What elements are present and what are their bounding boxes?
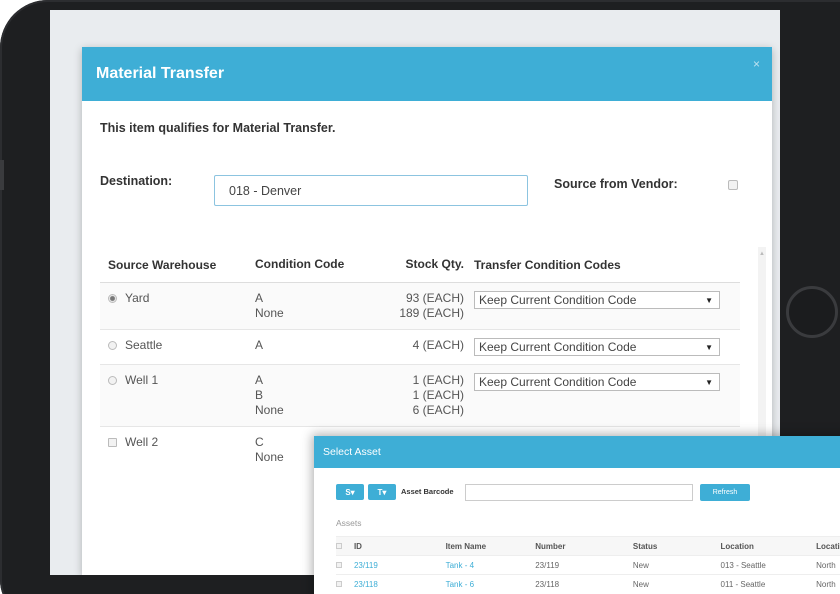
col-location-2[interactable]: Locatio — [816, 542, 840, 551]
refresh-button[interactable]: Refresh — [700, 484, 750, 501]
asset-barcode-label: Asset Barcode — [401, 487, 454, 496]
stock-qty: 4 (EACH) — [412, 338, 464, 352]
asset-status: New — [632, 560, 649, 570]
warehouse-radio-yard[interactable] — [108, 294, 117, 303]
condition-code: A — [255, 291, 264, 305]
warehouse-name: Well 1 — [125, 373, 159, 387]
col-number[interactable]: Number — [535, 542, 633, 551]
asset-location: 011 - Seattle — [720, 579, 766, 589]
tablet-home-button — [786, 286, 838, 338]
source-vendor-label: Source from Vendor: — [554, 177, 678, 191]
asset-toolbar: S▾ T▾ — [336, 484, 396, 500]
condition-code: A — [255, 373, 264, 387]
asset-number: 23/118 — [535, 579, 560, 589]
tablet-frame: Material Transfer × This item qualifies … — [0, 0, 840, 594]
col-id[interactable]: ID — [354, 542, 446, 551]
caret-down-icon: ▼ — [705, 295, 713, 305]
settings-dropdown-button[interactable]: S▾ — [336, 484, 364, 500]
table-row[interactable]: 23/119 Tank - 4 23/119 New 013 - Seattle… — [336, 555, 840, 574]
warehouse-radio-seattle[interactable] — [108, 341, 117, 350]
warehouse-name: Yard — [125, 291, 150, 305]
select-asset-window: Select Asset S▾ T▾ Asset Barcode Refresh… — [314, 436, 840, 594]
asset-id-link[interactable]: 23/118 — [354, 580, 446, 589]
table-row: Well 1 A B None 1 (EACH) 1 (EACH) 6 (EAC… — [100, 365, 740, 427]
select-value: Keep Current Condition Code — [479, 293, 637, 307]
assets-label: Assets — [336, 518, 362, 528]
warehouse-name: Well 2 — [125, 435, 159, 449]
condition-code: None — [255, 403, 284, 417]
stock-qty: 1 (EACH) — [412, 373, 464, 387]
select-value: Keep Current Condition Code — [479, 375, 637, 389]
caret-down-icon: ▼ — [705, 377, 713, 387]
condition-code: A — [255, 338, 264, 352]
modal-header: Material Transfer — [82, 47, 772, 101]
table-row[interactable]: 23/118 Tank - 6 23/118 New 011 - Seattle… — [336, 574, 840, 593]
condition-code: None — [255, 306, 284, 320]
transfer-condition-select[interactable]: Keep Current Condition Code ▼ — [474, 291, 720, 309]
header-transfer-condition-codes: Transfer Condition Codes — [474, 257, 621, 272]
asset-location: 013 - Seattle — [720, 560, 766, 570]
header-source-warehouse: Source Warehouse — [108, 257, 217, 272]
asset-location-2: North — [816, 579, 836, 589]
asset-status: New — [632, 579, 649, 589]
table-scrollbar[interactable] — [758, 247, 766, 447]
warehouse-checkbox-well-2[interactable] — [108, 438, 117, 447]
close-icon[interactable]: × — [753, 57, 760, 71]
row-checkbox[interactable] — [336, 581, 342, 587]
modal-title: Material Transfer — [96, 65, 225, 82]
qualify-message: This item qualifies for Material Transfe… — [100, 121, 336, 135]
destination-label: Destination: — [100, 174, 173, 188]
select-asset-title: Select Asset — [323, 446, 381, 458]
asset-number: 23/119 — [535, 560, 560, 570]
source-vendor-checkbox[interactable] — [728, 180, 738, 190]
condition-code: B — [255, 388, 264, 402]
col-status[interactable]: Status — [633, 542, 721, 551]
table-row: Seattle A 4 (EACH) Keep Current Conditio… — [100, 330, 740, 365]
filter-dropdown-button[interactable]: T▾ — [368, 484, 396, 500]
asset-name-link[interactable]: Tank - 6 — [446, 580, 536, 589]
warehouse-name: Seattle — [125, 338, 163, 352]
table-header: Source Warehouse Condition Code Stock Qt… — [100, 247, 740, 283]
asset-location-2: North — [816, 560, 836, 570]
stock-qty: 93 (EACH) — [405, 291, 464, 305]
transfer-condition-select[interactable]: Keep Current Condition Code ▼ — [474, 338, 720, 356]
select-value: Keep Current Condition Code — [479, 340, 637, 354]
assets-table: ID Item Name Number Status Location Loca… — [336, 536, 840, 593]
destination-input[interactable] — [214, 175, 528, 206]
select-all-checkbox[interactable] — [336, 543, 342, 549]
row-checkbox[interactable] — [336, 562, 342, 568]
transfer-condition-select[interactable]: Keep Current Condition Code ▼ — [474, 373, 720, 391]
scroll-up-icon[interactable]: ▲ — [759, 251, 765, 257]
tablet-side-button — [0, 160, 4, 190]
asset-name-link[interactable]: Tank - 4 — [446, 561, 536, 570]
stock-qty: 6 (EACH) — [412, 403, 464, 417]
header-stock-qty: Stock Qty. — [405, 257, 464, 271]
col-item-name[interactable]: Item Name — [446, 542, 536, 551]
asset-id-link[interactable]: 23/119 — [354, 561, 446, 570]
header-condition-code: Condition Code — [255, 257, 345, 271]
stock-qty: 1 (EACH) — [412, 388, 464, 402]
stock-qty: 189 (EACH) — [399, 306, 464, 320]
caret-down-icon: ▼ — [705, 342, 713, 352]
col-location[interactable]: Location — [721, 542, 817, 551]
warehouse-radio-well-1[interactable] — [108, 376, 117, 385]
table-row: Yard A None 93 (EACH) 189 (EACH) Keep Cu… — [100, 283, 740, 330]
asset-barcode-input[interactable] — [465, 484, 693, 501]
assets-table-header: ID Item Name Number Status Location Loca… — [336, 536, 840, 555]
select-asset-header: Select Asset — [314, 436, 840, 468]
